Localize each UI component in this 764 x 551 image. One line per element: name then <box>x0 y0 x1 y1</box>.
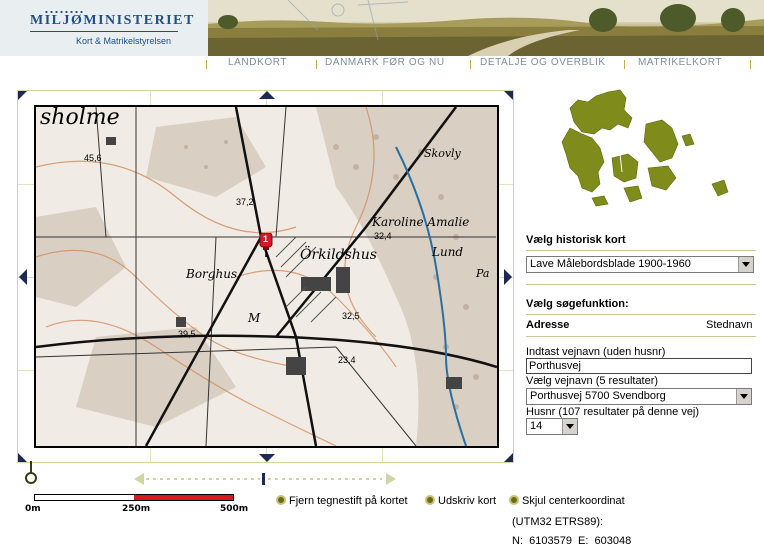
historic-map-title: Vælg historisk kort <box>526 234 626 246</box>
scale-bar <box>34 494 234 501</box>
coord-values: N: 6103579 E: 603048 <box>512 535 632 547</box>
nav-separator <box>750 60 751 69</box>
pan-east-icon[interactable] <box>504 269 512 285</box>
header: MILJØMINISTERIET Kort & Matrikelstyrelse… <box>0 0 764 56</box>
main-nav: LANDKORT DANMARK FØR OG NU DETALJE OG OV… <box>206 56 764 70</box>
nav-separator <box>316 60 317 69</box>
street-input[interactable]: Porthusvej <box>526 358 752 374</box>
pan-southwest-icon[interactable] <box>18 453 27 462</box>
nav-matrikelkort[interactable]: MATRIKELKORT <box>638 57 722 68</box>
chevron-down-icon[interactable] <box>562 419 577 434</box>
map-label-pa: Pa <box>476 267 490 280</box>
search-mode-address[interactable]: Adresse <box>526 319 569 331</box>
pan-south-icon[interactable] <box>259 454 275 462</box>
pan-west-icon[interactable] <box>19 269 27 285</box>
chevron-down-icon[interactable] <box>736 389 751 404</box>
map-elevation: 23,4 <box>338 355 356 365</box>
pan-slider[interactable] <box>134 472 396 486</box>
map-label-lund: Lund <box>432 245 464 259</box>
pan-northeast-icon[interactable] <box>504 91 513 100</box>
street-select-label: Vælg vejnavn (5 resultater) <box>526 375 659 387</box>
historic-map-view[interactable]: sholme Skovly Karoline Amalie Lund Örkil… <box>34 105 499 448</box>
map-pin-icon[interactable]: 1 <box>258 232 274 257</box>
nav-separator <box>470 60 471 69</box>
map-elevation: 45,6 <box>84 153 102 163</box>
header-landscape-image <box>208 0 764 56</box>
map-label-karoline-amalie: Karoline Amalie <box>372 215 470 229</box>
chevron-down-icon[interactable] <box>738 257 753 272</box>
print-map-option[interactable]: Udskriv kort <box>425 495 496 507</box>
house-number-label: Husnr (107 resultater på denne vej) <box>526 406 700 418</box>
street-input-label: Indtast vejnavn (uden husnr) <box>526 346 666 358</box>
map-elevation: 32,5 <box>342 311 360 321</box>
map-label-borghus: Borghus <box>186 267 238 281</box>
divider <box>526 250 756 251</box>
pan-southeast-icon[interactable] <box>504 453 513 462</box>
map-frame: sholme Skovly Karoline Amalie Lund Örkil… <box>17 90 514 463</box>
pan-northwest-icon[interactable] <box>18 91 27 100</box>
map-elevation: 39,5 <box>178 329 196 339</box>
street-select-value: Porthusvej 5700 Svendborg <box>530 390 666 402</box>
nav-danmark-foer-og-nu[interactable]: DANMARK FØR OG NU <box>325 57 445 68</box>
map-label-skovly: Skovly <box>424 147 461 160</box>
agency-name: Kort & Matrikelstyrelsen <box>76 36 172 46</box>
nav-separator <box>206 60 207 69</box>
nav-separator <box>624 60 625 69</box>
logo-divider <box>30 31 178 32</box>
radio-icon <box>276 495 286 505</box>
print-map-label: Udskriv kort <box>438 495 497 507</box>
nav-landkort[interactable]: LANDKORT <box>228 57 287 68</box>
remove-pin-label: Fjern tegnestift på kortet <box>289 495 408 507</box>
house-number-value: 14 <box>530 420 543 432</box>
historic-map-select-value: Lave Målebordsblade 1900-1960 <box>530 258 691 270</box>
divider <box>526 314 756 315</box>
house-number-select[interactable]: 14 <box>526 418 578 435</box>
hide-coords-option[interactable]: Skjul centerkoordinat <box>509 495 625 507</box>
scale-bar-red <box>134 495 233 500</box>
ministry-name: MILJØMINISTERIET <box>30 13 195 28</box>
denmark-overview-map[interactable] <box>552 88 736 220</box>
scale-bar-white <box>35 495 134 500</box>
street-select[interactable]: Porthusvej 5700 Svendborg <box>526 388 752 405</box>
scale-label: 500m <box>220 504 249 514</box>
zoom-knob[interactable] <box>25 472 37 484</box>
radio-icon <box>425 495 435 505</box>
scale-label: 0m <box>25 504 41 514</box>
map-label-orkildshus: Örkildshus <box>300 247 377 263</box>
coord-system: (UTM32 ETRS89): <box>512 516 604 528</box>
scale-label: 250m <box>122 504 151 514</box>
map-label-m: M <box>248 311 261 325</box>
map-pin-label: 1 <box>263 234 269 244</box>
map-label-sholme: sholme <box>40 105 120 130</box>
divider <box>526 284 756 285</box>
nav-detalje-og-overblik[interactable]: DETALJE OG OVERBLIK <box>480 57 606 68</box>
logo[interactable]: MILJØMINISTERIET Kort & Matrikelstyrelse… <box>0 0 208 56</box>
historic-map-select[interactable]: Lave Målebordsblade 1900-1960 <box>526 256 754 273</box>
search-mode-place[interactable]: Stednavn <box>706 319 752 331</box>
search-function-title: Vælg søgefunktion: <box>526 298 629 310</box>
remove-pin-option[interactable]: Fjern tegnestift på kortet <box>276 495 408 507</box>
divider <box>526 336 756 337</box>
map-elevation: 37,2 <box>236 197 254 207</box>
map-elevation: 32,4 <box>374 231 392 241</box>
radio-icon <box>509 495 519 505</box>
pan-north-icon[interactable] <box>259 91 275 99</box>
hide-coords-label: Skjul centerkoordinat <box>522 495 625 507</box>
